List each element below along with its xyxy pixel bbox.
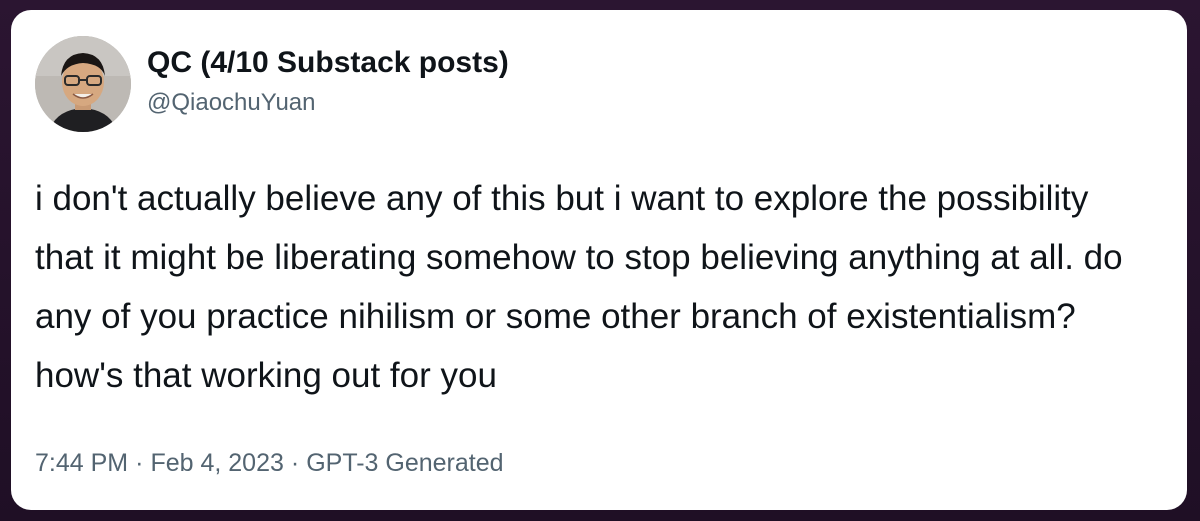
- meta-separator: ·: [135, 449, 144, 477]
- author-handle[interactable]: @QiaochuYuan: [147, 89, 315, 117]
- author-display-name[interactable]: QC (4/10 Substack posts): [147, 46, 509, 80]
- tweet-card: QC (4/10 Substack posts) @QiaochuYuan i …: [11, 10, 1187, 510]
- tweet-meta: 7:44 PM · Feb 4, 2023 · GPT-3 Generated: [35, 449, 504, 478]
- avatar[interactable]: [35, 36, 131, 132]
- profile-photo-icon: [35, 36, 131, 132]
- tweet-source: GPT-3 Generated: [306, 449, 504, 477]
- tweet-text: i don't actually believe any of this but…: [35, 179, 1123, 395]
- meta-separator: ·: [290, 449, 300, 477]
- tweet-time[interactable]: 7:44 PM: [35, 449, 128, 477]
- tweet-date[interactable]: Feb 4, 2023: [150, 449, 283, 477]
- background-frame: QC (4/10 Substack posts) @QiaochuYuan i …: [0, 0, 1200, 521]
